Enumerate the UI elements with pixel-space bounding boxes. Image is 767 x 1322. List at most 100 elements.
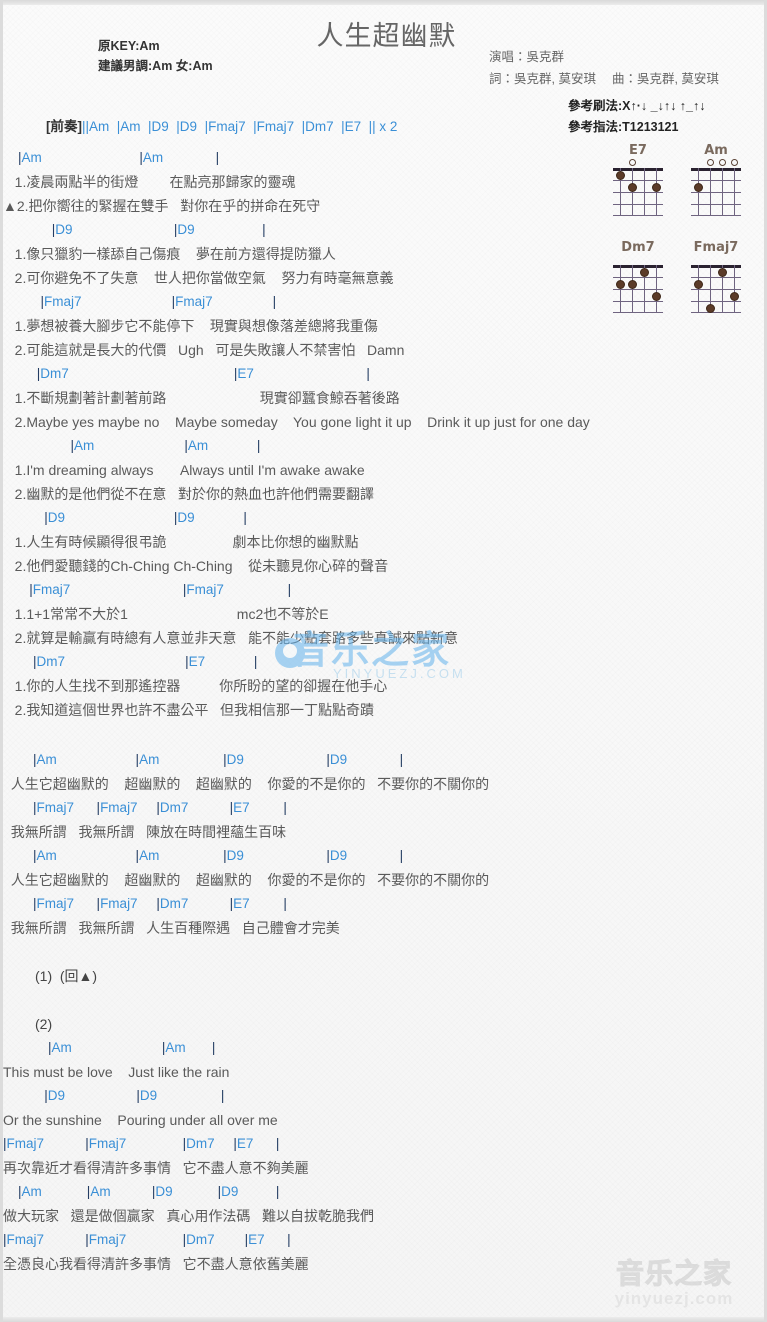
chord-row: |Am |Am | (3, 434, 764, 458)
lyric-row: 2.幽默的是他們從不在意 對於你的熱血也許他們需要翻譯 (3, 486, 375, 502)
singer-label: 演唱：吳克群 (489, 50, 565, 64)
bar-separator: | (275, 1136, 280, 1151)
lyric-row: 2.就算是輸贏有時總有人意並非天意 能不能少點套路多些真誠來點新意 (3, 630, 459, 646)
key-info: 原KEY:Am 建議男調:Am 女:Am (98, 36, 213, 76)
strum-pattern-label: 參考刷法:X↑·↓ _↓↑↓ ↑_↑↓ (568, 99, 706, 113)
chord-row: |Dm7 |E7 | (3, 362, 764, 386)
chord-name (3, 800, 33, 815)
lyric-row: 1.I'm dreaming always Always until I'm a… (3, 462, 365, 478)
original-key-label: 原KEY:Am (98, 39, 160, 53)
bar-separator: | (262, 222, 266, 237)
chord-name: Dm7 (40, 366, 234, 381)
chord-name: Fmaj7 (6, 1136, 86, 1151)
intro-line: [前奏]||Am |Am |D9 |D9 |Fmaj7 |Fmaj7 |Dm7 … (31, 100, 397, 150)
composer-label: 曲：吳克群, 莫安琪 (611, 72, 719, 86)
chord-name: E7 (248, 1232, 288, 1247)
chord-name: Fmaj7 (32, 582, 183, 597)
chord-row: |Am |Am |D9 |D9 | (3, 844, 764, 868)
chord-name (3, 366, 37, 381)
chord-name: D9 (139, 1088, 221, 1103)
lyric-row: 2.Maybe yes maybe no Maybe someday You g… (3, 414, 590, 430)
bar-separator: | (272, 294, 277, 309)
suggested-key-label: 建議男調:Am 女:Am (98, 59, 213, 73)
song-block: (1) (回▲) (2) |Am |Am | This must be love … (3, 964, 764, 1276)
chord-name: E7 (237, 366, 367, 381)
chord-name: Am (36, 848, 136, 863)
lyric-row: 2.我知道這個世界也許不盡公平 但我相信那一丁點點奇蹟 (3, 702, 375, 718)
chord-row: |Am |Am | (3, 1036, 764, 1060)
chord-name: D9 (177, 222, 263, 237)
chord-name: E7 (236, 1136, 276, 1151)
chord-row: |Am |Am |D9 |D9 | (3, 1180, 764, 1204)
chord-name: Am (74, 438, 185, 453)
chord-name (3, 438, 71, 453)
chord-name: Fmaj7 (175, 294, 273, 309)
chord-name: Am (139, 848, 224, 863)
lyric-row: 做大玩家 還是做個贏家 真心用作法碼 難以自拔乾脆我們 (3, 1208, 375, 1224)
lyricist-label: 詞：吳克群, 莫安琪 (489, 72, 596, 86)
outro-section-label: [尾奏] (46, 1317, 82, 1322)
chord-name: D9 (226, 752, 327, 767)
chord-name: Fmaj7 (100, 800, 157, 815)
chord-name: D9 (329, 848, 400, 863)
outro-line: [尾奏]|Am |Am | (31, 1298, 156, 1322)
chord-row: |Am |Am |D9 |D9 | (3, 748, 764, 772)
chord-name: D9 (221, 1184, 276, 1199)
lyric-row: 1.人生有時候顯得很弔詭 劇本比你想的幽默點 (3, 534, 359, 550)
chord-row: |Fmaj7 |Fmaj7 |Dm7 |E7 | (3, 892, 764, 916)
bar-separator: | (220, 1088, 225, 1103)
lyric-row: This must be love Just like the rain (3, 1064, 230, 1080)
chord-row: |Dm7 |E7 | (3, 650, 764, 674)
chord-name: Fmaj7 (100, 896, 157, 911)
chord-row: |Fmaj7 |Fmaj7 |Dm7 |E7 | (3, 1132, 764, 1156)
chord-name: D9 (47, 510, 174, 525)
song-block: |Am |Am | 1.凌晨兩點半的街燈 在點亮那歸家的靈魂 ▲2.把你嚮往的緊握… (3, 146, 764, 722)
chord-row: |Fmaj7 |Fmaj7 | (3, 578, 764, 602)
chord-name: Fmaj7 (6, 1232, 86, 1247)
bar-separator: | (215, 150, 220, 165)
chord-name (3, 896, 33, 911)
chord-name (3, 1184, 18, 1199)
chord-name: Am (139, 752, 224, 767)
chord-row: |D9 |D9 | (3, 218, 764, 242)
intro-chords: ||Am |Am |D9 |D9 |Fmaj7 |Fmaj7 |Dm7 |E7 … (82, 119, 398, 134)
intro-section-label: [前奏] (46, 119, 83, 134)
chord-name: Am (90, 1184, 152, 1199)
bar-separator: | (253, 654, 258, 669)
bar-separator: | (399, 848, 404, 863)
lyric-row: 2.他們愛聽錢的Ch-Ching Ch-Ching 從未聽見你心碎的聲音 (3, 558, 389, 574)
bar-separator: | (287, 1232, 291, 1247)
chord-name (3, 294, 41, 309)
chord-row: |Am |Am | (3, 146, 764, 170)
lyric-row: Or the sunshine Pouring under all over m… (3, 1112, 278, 1128)
chord-name: D9 (155, 1184, 218, 1199)
outro-chords: |Am |Am | (82, 1317, 156, 1322)
chord-name: Am (187, 438, 257, 453)
chord-name (3, 510, 44, 525)
chord-name: Fmaj7 (36, 896, 97, 911)
chord-name (3, 222, 52, 237)
chord-name: Am (21, 1184, 87, 1199)
chord-sheet-page: 人生超幽默 原KEY:Am 建議男調:Am 女:Am 演唱：吳克群 詞：吳克群,… (0, 0, 767, 1322)
lyric-row: ▲2.把你嚮往的緊握在雙手 對你在乎的拼命在死守 (3, 198, 321, 214)
lyric-row: 1.凌晨兩點半的街燈 在點亮那歸家的靈魂 (3, 174, 296, 190)
section-marker: (1) (回▲) (35, 968, 98, 984)
bar-separator: | (275, 1184, 280, 1199)
chord-row: |D9 |D9 | (3, 506, 764, 530)
lyric-row: 1.夢想被養大腳步它不能停下 現實與想像落差總將我重傷 (3, 318, 378, 334)
chord-name: Fmaj7 (186, 582, 288, 597)
chord-name: Dm7 (159, 896, 230, 911)
chord-name (3, 752, 33, 767)
chord-name: Am (51, 1040, 162, 1055)
chord-name: Am (36, 752, 136, 767)
bar-separator: | (287, 582, 292, 597)
lyric-row: 再次靠近才看得清許多事情 它不盡人意不夠美麗 (3, 1160, 309, 1176)
section-marker: (2) (35, 1016, 53, 1032)
chord-row: |Fmaj7 |Fmaj7 |Dm7 |E7 | (3, 796, 764, 820)
lyric-row: 人生它超幽默的 超幽默的 超幽默的 你愛的不是你的 不要你的不關你的 (3, 776, 490, 792)
chord-name: Dm7 (159, 800, 230, 815)
chord-name: E7 (233, 800, 284, 815)
lyric-row: 人生它超幽默的 超幽默的 超幽默的 你愛的不是你的 不要你的不關你的 (3, 872, 490, 888)
lyric-row: 全憑良心我看得清許多事情 它不盡人意依舊美麗 (3, 1256, 309, 1272)
chord-name (3, 848, 33, 863)
